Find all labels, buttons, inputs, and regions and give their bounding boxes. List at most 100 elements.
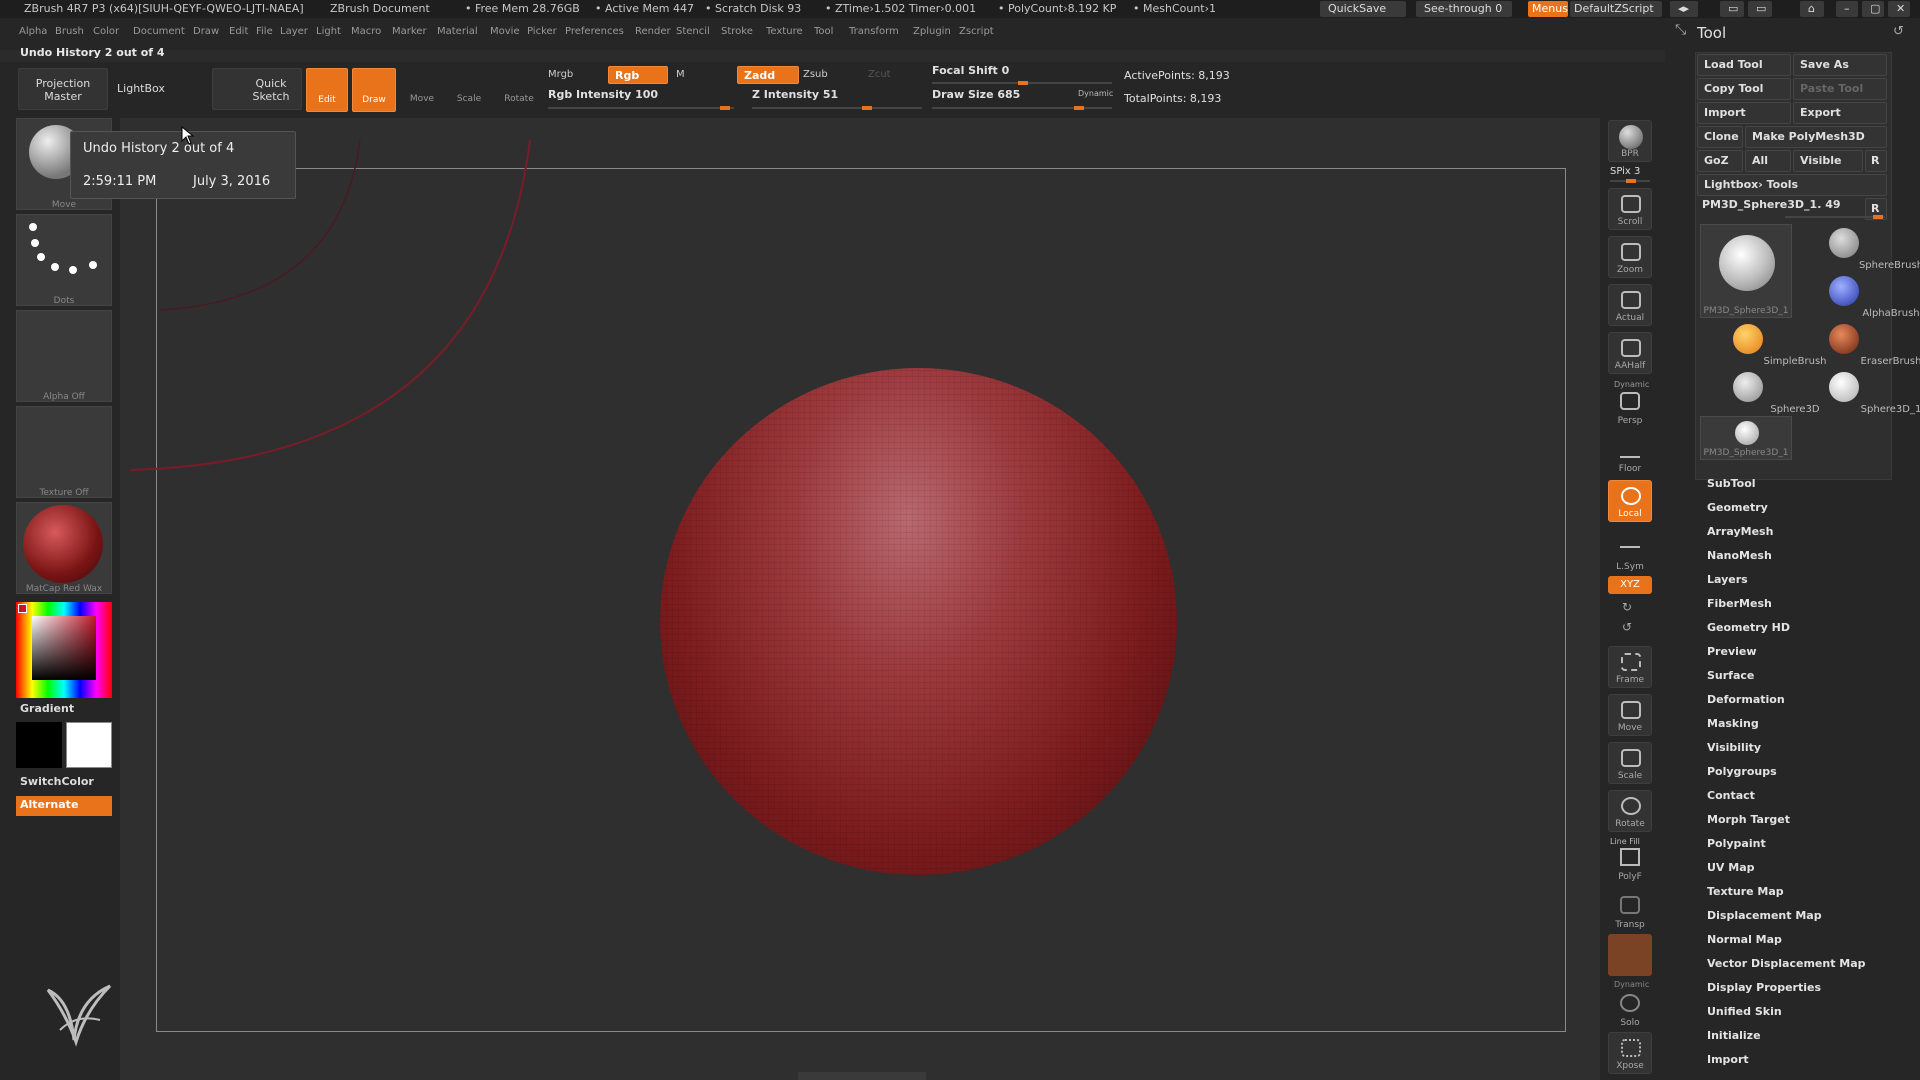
tool-palette-header[interactable]: ⤡ Tool ↺	[1665, 22, 1920, 46]
lock-icon[interactable]: ⌂	[1800, 1, 1824, 17]
menu-color[interactable]: Color	[93, 26, 119, 37]
draw-button[interactable]: Draw	[352, 68, 396, 112]
local-button[interactable]: Local	[1608, 480, 1652, 522]
menu-stroke[interactable]: Stroke	[721, 26, 753, 37]
quicksave-button[interactable]: QuickSave	[1320, 1, 1406, 17]
export-button[interactable]: Export	[1793, 102, 1887, 124]
alternate-button[interactable]: Alternate	[16, 796, 112, 816]
current-tool-label[interactable]: PM3D_Sphere3D_1. 49	[1702, 198, 1841, 211]
actual-button[interactable]: Actual	[1608, 284, 1652, 326]
menu-material[interactable]: Material	[437, 26, 478, 37]
tool-eraserbrush[interactable]: EraserBrush	[1797, 320, 1920, 367]
rotate-button[interactable]: Rotate	[497, 68, 541, 112]
switch-color-button[interactable]: SwitchColor	[20, 775, 94, 788]
subpalette-contact[interactable]: Contact	[1707, 789, 1755, 802]
menu-texture[interactable]: Texture	[766, 26, 803, 37]
rgb-intensity-slider[interactable]	[548, 106, 734, 110]
menu-alpha[interactable]: Alpha	[19, 26, 47, 37]
palette-reset-icon[interactable]: ↺	[1893, 24, 1904, 39]
subpalette-deformation[interactable]: Deformation	[1707, 693, 1785, 706]
menu-marker[interactable]: Marker	[392, 26, 427, 37]
menu-zscript[interactable]: Zscript	[959, 26, 994, 37]
subpalette-masking[interactable]: Masking	[1707, 717, 1759, 730]
layout-a-icon[interactable]: ▭	[1720, 1, 1744, 17]
focal-shift-slider[interactable]	[932, 81, 1112, 85]
subpalette-vector-displacement-map[interactable]: Vector Displacement Map	[1707, 957, 1866, 970]
draw-size-slider[interactable]	[932, 106, 1112, 110]
menu-render[interactable]: Render	[635, 26, 671, 37]
tool-slider[interactable]	[1785, 215, 1885, 219]
quick-sketch-button[interactable]: Quick Sketch	[212, 68, 302, 110]
subpalette-geometry[interactable]: Geometry	[1707, 501, 1768, 514]
subpalette-subtool[interactable]: SubTool	[1707, 477, 1756, 490]
alpha-thumbnail[interactable]: Alpha Off	[16, 310, 112, 402]
menu-preferences[interactable]: Preferences	[565, 26, 624, 37]
menu-edit[interactable]: Edit	[229, 26, 248, 37]
subpalette-preview[interactable]: Preview	[1707, 645, 1757, 658]
lightbox-tools-button[interactable]: Lightbox› Tools	[1697, 174, 1887, 196]
menu-document[interactable]: Document	[133, 26, 185, 37]
lsym-button[interactable]: L.Sym	[1608, 532, 1652, 574]
menu-file[interactable]: File	[256, 26, 273, 37]
bpr-button[interactable]: BPR	[1608, 120, 1652, 162]
solo-button[interactable]: Solo	[1608, 988, 1652, 1030]
tool-alphabrush[interactable]: AlphaBrush	[1797, 272, 1920, 319]
menu-zplugin[interactable]: Zplugin	[913, 26, 951, 37]
xyz-button[interactable]: XYZ	[1608, 576, 1652, 594]
sphere-mesh[interactable]	[660, 368, 1177, 875]
transp-button[interactable]: Transp	[1608, 890, 1652, 932]
subpalette-layers[interactable]: Layers	[1707, 573, 1748, 586]
subpalette-display-properties[interactable]: Display Properties	[1707, 981, 1821, 994]
scroll-button[interactable]: Scroll	[1608, 188, 1652, 230]
texture-thumbnail[interactable]: Texture Off	[16, 406, 112, 498]
tool-pm3d-sphere-large[interactable]: PM3D_Sphere3D_1	[1700, 224, 1792, 318]
tool-simplebrush[interactable]: SimpleBrush	[1701, 320, 1827, 367]
spix-slider[interactable]	[1610, 179, 1650, 183]
color-picker[interactable]	[16, 602, 112, 698]
projection-master-button[interactable]: Projection Master	[18, 68, 108, 110]
goz-button[interactable]: GoZ	[1697, 150, 1743, 172]
subpalette-surface[interactable]: Surface	[1707, 669, 1754, 682]
menu-picker[interactable]: Picker	[527, 26, 557, 37]
polyf-button[interactable]: PolyF	[1608, 842, 1652, 884]
subpalette-texture-map[interactable]: Texture Map	[1707, 885, 1784, 898]
subpalette-uv-map[interactable]: UV Map	[1707, 861, 1755, 874]
aahalf-button[interactable]: AAHalf	[1608, 332, 1652, 374]
subpalette-displacement-map[interactable]: Displacement Map	[1707, 909, 1822, 922]
rotate-z-icon[interactable]: ↺	[1622, 620, 1632, 634]
menu-brush[interactable]: Brush	[55, 26, 84, 37]
menu-movie[interactable]: Movie	[490, 26, 520, 37]
move-button[interactable]: Move	[400, 68, 444, 112]
m-toggle[interactable]: M	[676, 69, 685, 80]
menu-transform[interactable]: Transform	[849, 26, 899, 37]
ghost-button[interactable]	[1608, 934, 1652, 976]
paste-tool-button[interactable]: Paste Tool	[1793, 78, 1887, 100]
subpalette-import[interactable]: Import	[1707, 1053, 1749, 1066]
layout-b-icon[interactable]: ▭	[1748, 1, 1772, 17]
tool-spherebrush[interactable]: SphereBrush	[1797, 224, 1920, 271]
subpalette-geometry-hd[interactable]: Geometry HD	[1707, 621, 1790, 634]
bottom-tray-handle[interactable]	[798, 1072, 926, 1080]
spix-label[interactable]: SPix 3	[1610, 166, 1640, 177]
primary-color-swatch[interactable]	[66, 722, 112, 768]
menu-stencil[interactable]: Stencil	[676, 26, 710, 37]
menu-macro[interactable]: Macro	[351, 26, 381, 37]
tool-sphere3d-1[interactable]: Sphere3D_1	[1797, 368, 1920, 415]
make-polymesh-button[interactable]: Make PolyMesh3D	[1745, 126, 1887, 148]
goz-r-button[interactable]: R	[1865, 150, 1887, 172]
material-thumbnail[interactable]: MatCap Red Wax	[16, 502, 112, 594]
subpalette-fibermesh[interactable]: FiberMesh	[1707, 597, 1772, 610]
rgb-toggle[interactable]: Rgb	[608, 66, 668, 84]
gradient-label[interactable]: Gradient	[20, 702, 74, 715]
frame-button[interactable]: Frame	[1608, 646, 1652, 688]
lightbox-button[interactable]: LightBox	[110, 68, 172, 110]
edit-button[interactable]: Edit	[306, 68, 348, 112]
rotate-view-button[interactable]: Rotate	[1608, 790, 1652, 832]
see-through-slider[interactable]: See-through 0	[1416, 1, 1512, 17]
xpose-button[interactable]: Xpose	[1608, 1032, 1652, 1074]
import-button[interactable]: Import	[1697, 102, 1791, 124]
tool-sphere3d[interactable]: Sphere3D	[1701, 368, 1820, 415]
floor-button[interactable]: Floor	[1608, 434, 1652, 476]
secondary-color-swatch[interactable]	[16, 722, 62, 768]
minimize-icon[interactable]: –	[1836, 1, 1858, 17]
